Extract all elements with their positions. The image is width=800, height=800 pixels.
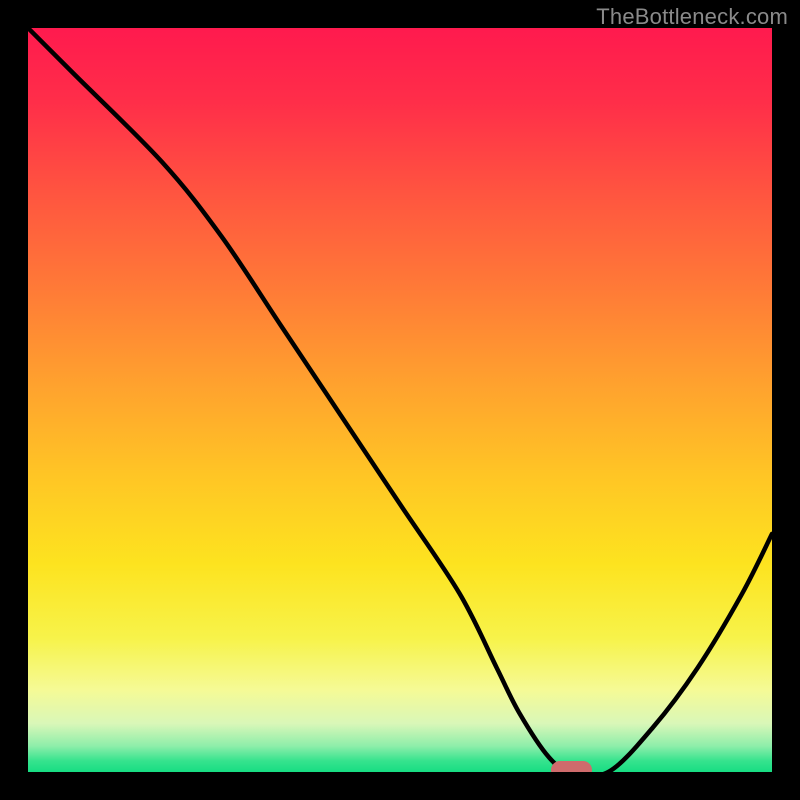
optimal-marker — [551, 761, 592, 772]
plot-area — [28, 28, 772, 772]
watermark-text: TheBottleneck.com — [596, 4, 788, 30]
chart-frame: TheBottleneck.com — [0, 0, 800, 800]
bottleneck-curve — [28, 28, 772, 772]
